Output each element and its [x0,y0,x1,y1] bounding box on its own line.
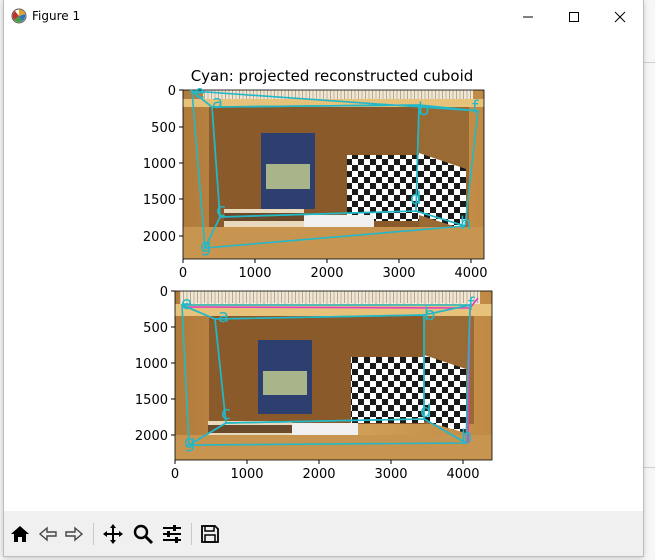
vertex-label-f: f [468,294,475,315]
vertex-label-e: e [194,82,205,103]
top-x-ticks: 0 1000 2000 3000 4000 [179,259,488,281]
background-divider [643,62,655,63]
minimize-icon [523,16,533,17]
save-icon [201,525,219,543]
bottom-x-tick-label: 3000 [374,467,407,482]
vertex-label-g: g [184,432,195,453]
minimize-button[interactable] [505,0,551,33]
forward-button[interactable] [61,521,87,547]
top-x-tick-label: 2000 [310,266,343,281]
vertex-label-c: c [216,200,226,221]
toolbar-separator [191,523,192,545]
top-y-tick-label: 0 [168,84,176,99]
forward-icon [65,526,84,542]
save-button[interactable] [197,521,223,547]
vertex-label-e: e [181,293,192,314]
top-x-tick-label: 4000 [454,266,487,281]
top-y-ticks: 0 500 1000 1500 2000 [143,84,183,245]
navigation-toolbar [4,511,643,556]
maximize-icon [569,11,579,22]
top-x-tick-label: 3000 [382,266,415,281]
background-window-edge [643,0,655,560]
top-y-tick-label: 1000 [143,157,176,172]
vertex-label-c: c [221,403,231,424]
bottom-y-tick-label: 1500 [135,393,168,408]
vertex-label-b: b [424,304,435,325]
bottom-x-tick-label: 0 [171,467,179,482]
top-axes: e a b f c d h g 0 500 1000 1500 2000 0 1… [143,82,488,281]
bottom-y-tick-label: 0 [160,285,168,300]
vertex-label-d: d [410,188,421,209]
top-photo [183,90,484,259]
vertex-label-g: g [200,236,211,257]
figure-svg: Cyan: projected reconstructed cuboid e a… [135,67,493,482]
zoom-icon [133,524,154,545]
top-y-tick-label: 1500 [143,193,176,208]
vertex-label-a: a [218,306,229,327]
back-button[interactable] [35,521,61,547]
title-bar: Figure 1 [4,0,643,33]
bottom-x-tick-label: 2000 [302,467,335,482]
close-icon [614,11,626,22]
pan-button[interactable] [100,521,126,547]
back-icon [38,526,57,542]
figure-window: Figure 1 Cyan: projected reconstructed c… [4,0,643,556]
bottom-y-tick-label: 2000 [135,429,168,444]
vertex-label-f: f [472,97,479,118]
vertex-label-b: b [418,99,429,120]
bottom-x-tick-label: 1000 [230,467,263,482]
home-button[interactable] [7,521,33,547]
top-y-tick-label: 500 [151,121,176,136]
toolbar-separator [93,523,94,545]
home-icon [11,526,29,542]
maximize-button[interactable] [551,0,597,33]
top-y-tick-label: 2000 [143,230,176,245]
zoom-button[interactable] [130,521,156,547]
vertex-label-h: h [460,213,471,234]
background-divider [643,467,655,468]
figure-canvas[interactable]: Cyan: projected reconstructed cuboid e a… [4,33,643,511]
vertex-label-a: a [212,92,223,113]
window-title: Figure 1 [32,9,81,23]
bottom-y-tick-label: 1000 [135,357,168,372]
bottom-y-ticks: 0 500 1000 1500 2000 [135,285,175,444]
bottom-x-ticks: 0 1000 2000 3000 4000 [171,460,480,482]
bottom-y-tick-label: 500 [143,321,168,336]
bottom-x-tick-label: 4000 [446,467,479,482]
checkerboard [351,357,424,423]
figure-title: Cyan: projected reconstructed cuboid [191,67,474,85]
top-x-tick-label: 0 [179,266,187,281]
subplots-button[interactable] [159,521,185,547]
close-button[interactable] [597,0,643,33]
subplots-icon [163,525,181,543]
top-x-tick-label: 1000 [238,266,271,281]
matplotlib-app-icon [11,8,27,24]
pan-icon [103,524,123,544]
vertex-label-h: h [461,426,472,447]
vertex-label-d: d [420,401,431,422]
bottom-axes: e a b f c d h g 0 500 1000 1500 2000 0 1… [135,285,493,482]
